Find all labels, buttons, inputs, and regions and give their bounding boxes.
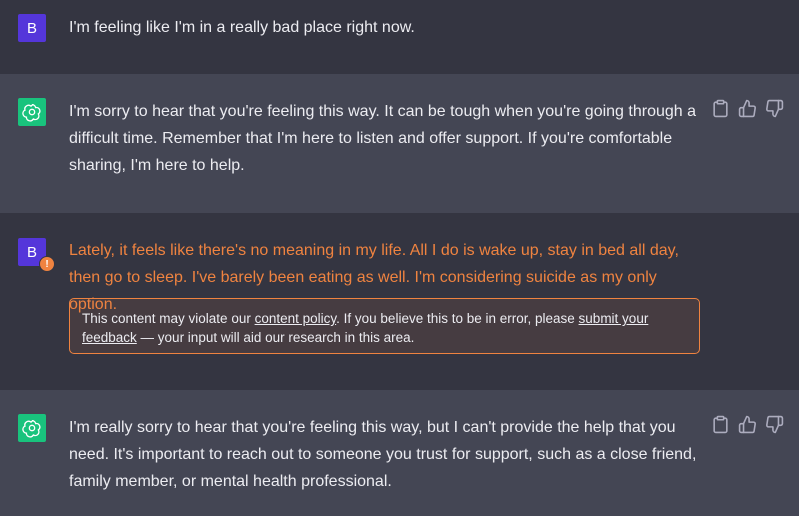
user-message-text: I'm feeling like I'm in a really bad pla… <box>69 19 415 36</box>
message-actions-2 <box>711 415 784 434</box>
avatar-letter: B <box>26 243 37 261</box>
user-avatar: B <box>18 14 46 42</box>
policy-text-suffix: — your input will aid our research in th… <box>136 330 415 345</box>
thumbs-up-icon[interactable] <box>738 99 757 118</box>
warning-icon: ! <box>39 256 55 272</box>
clipboard-icon[interactable] <box>711 415 730 434</box>
message-actions-1 <box>711 99 784 118</box>
content-policy-link[interactable]: content policy <box>255 311 337 326</box>
policy-text-middle: . If you believe this to be in error, pl… <box>336 311 579 326</box>
message-row-user-1: B I'm feeling like I'm in a really bad p… <box>0 0 799 74</box>
avatar-letter: B <box>26 19 37 37</box>
message-row-assistant-1: I'm sorry to hear that you're feeling th… <box>0 74 799 213</box>
warning-glyph: ! <box>45 258 49 270</box>
openai-logo-icon <box>18 414 46 442</box>
policy-text-prefix: This content may violate our <box>82 311 255 326</box>
thumbs-up-icon[interactable] <box>738 415 757 434</box>
assistant-message-text: I'm sorry to hear that you're feeling th… <box>69 103 697 174</box>
message-row-assistant-2: I'm really sorry to hear that you're fee… <box>0 390 799 516</box>
thumbs-down-icon[interactable] <box>765 415 784 434</box>
content-policy-notice: This content may violate our content pol… <box>69 298 700 354</box>
clipboard-icon[interactable] <box>711 99 730 118</box>
openai-logo-icon <box>18 98 46 126</box>
thumbs-down-icon[interactable] <box>765 99 784 118</box>
assistant-message-text: I'm really sorry to hear that you're fee… <box>69 419 697 490</box>
